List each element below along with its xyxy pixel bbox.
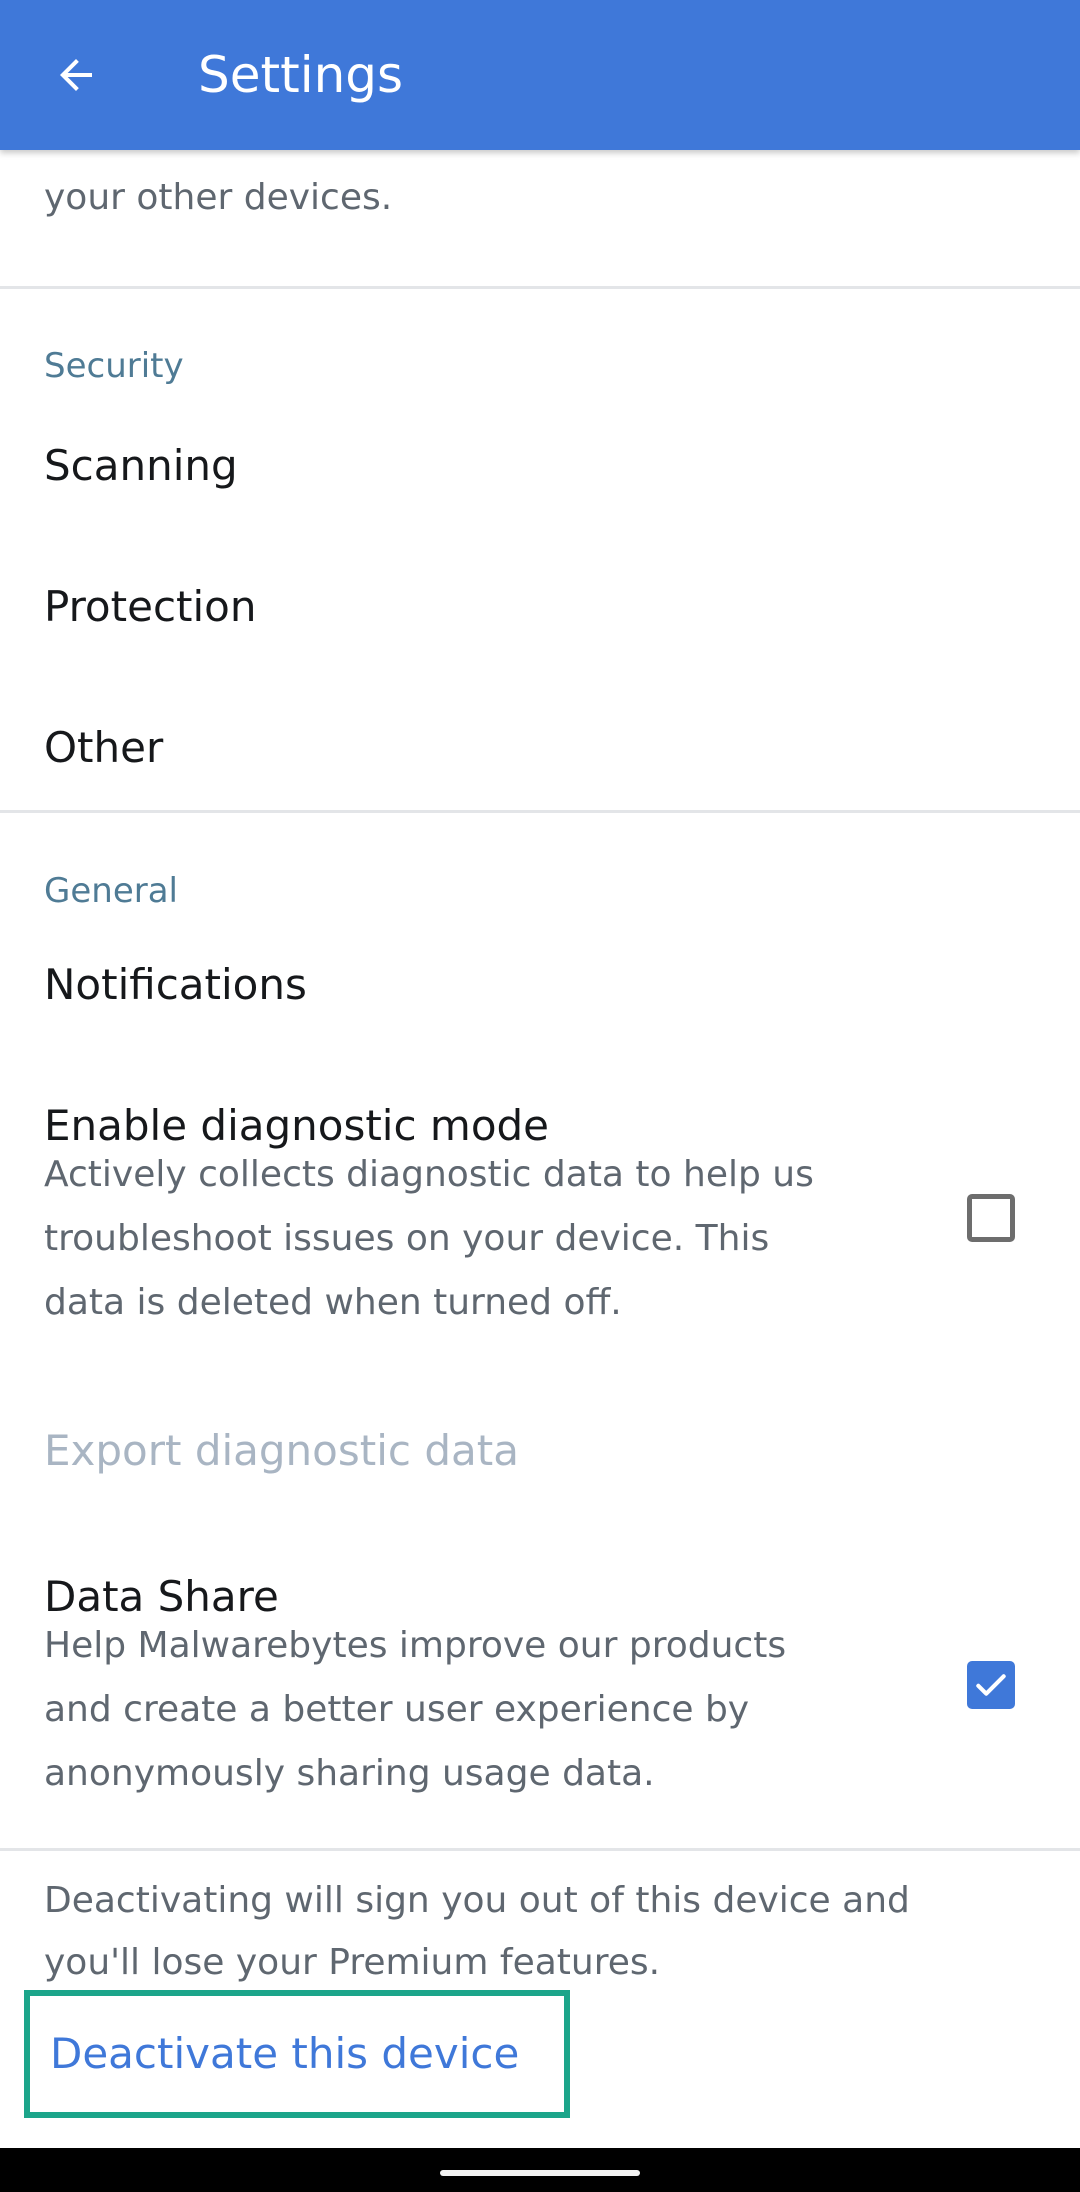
section-header-security: Security xyxy=(44,346,184,386)
deactivate-device-button[interactable]: Deactivate this device xyxy=(24,1990,570,2118)
deactivate-device-label: Deactivate this device xyxy=(50,2029,520,2078)
diagnostic-mode-description: Actively collects diagnostic data to hel… xyxy=(44,1154,814,1323)
arrow-left-icon xyxy=(60,59,92,91)
data-share-description: Help Malwarebytes improve our products a… xyxy=(44,1625,787,1794)
back-button[interactable] xyxy=(34,33,118,117)
section-divider xyxy=(0,286,1080,289)
settings-item-label: Notifications xyxy=(44,960,307,1009)
page-title: Settings xyxy=(198,46,404,104)
settings-item-label: Protection xyxy=(44,582,257,631)
settings-item-export-diagnostic: Export diagnostic data xyxy=(0,1385,1080,1515)
export-diagnostic-label: Export diagnostic data xyxy=(44,1426,519,1475)
data-share-checkbox[interactable] xyxy=(967,1661,1015,1709)
deactivate-description: Deactivating will sign you out of this d… xyxy=(44,1880,910,1983)
system-navigation-bar xyxy=(0,2148,1080,2192)
app-bar: Settings xyxy=(0,0,1080,150)
section-header-general: General xyxy=(44,871,178,911)
section-divider xyxy=(0,810,1080,813)
settings-item-other[interactable]: Other xyxy=(0,700,1080,810)
settings-item-scanning[interactable]: Scanning xyxy=(0,420,1080,540)
previous-item-description: your other devices. xyxy=(44,177,393,218)
settings-item-data-share[interactable]: Data Share Help Malwarebytes improve our… xyxy=(0,1555,1080,1840)
section-divider xyxy=(0,1848,1080,1851)
home-gesture-handle[interactable] xyxy=(440,2170,640,2176)
settings-item-protection[interactable]: Protection xyxy=(0,560,1080,690)
settings-screen: Settings your other devices. Security Sc… xyxy=(0,0,1080,2192)
settings-item-label: Other xyxy=(44,723,164,772)
checkmark-icon xyxy=(976,1674,1006,1696)
settings-item-diagnostic-mode[interactable]: Enable diagnostic mode Actively collects… xyxy=(0,1085,1080,1365)
settings-item-label: Scanning xyxy=(44,441,238,490)
diagnostic-mode-checkbox[interactable] xyxy=(967,1194,1015,1242)
settings-item-notifications[interactable]: Notifications xyxy=(0,945,1080,1075)
